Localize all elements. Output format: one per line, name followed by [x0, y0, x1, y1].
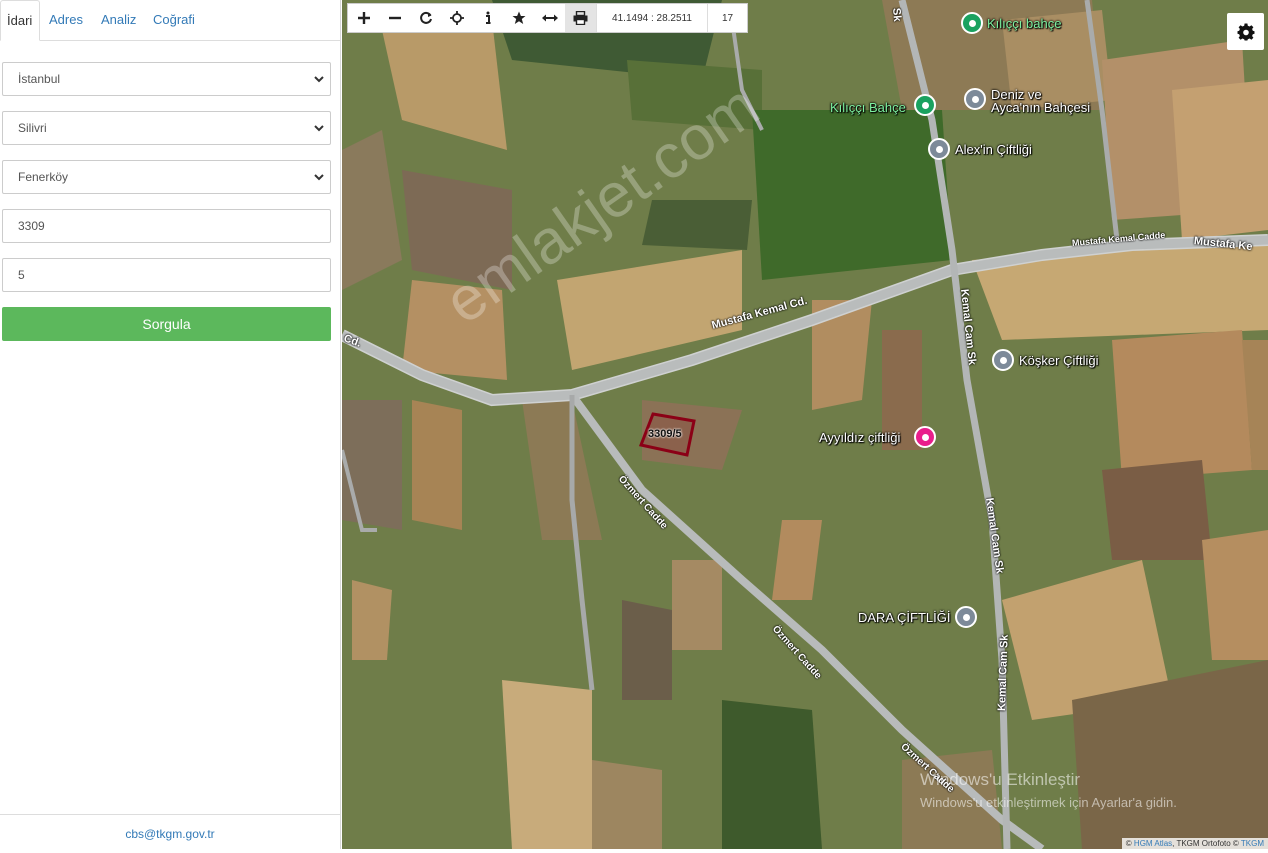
poi-label[interactable]: Köşker Çiftliği — [1019, 353, 1098, 368]
satellite-imagery[interactable] — [342, 0, 1268, 849]
info-icon — [485, 11, 490, 24]
district-select[interactable]: Silivri — [2, 111, 331, 145]
locate-icon — [449, 11, 464, 25]
locate-button[interactable] — [441, 4, 472, 32]
poi-label[interactable]: DARA ÇİFTLİĞİ — [858, 610, 950, 625]
poi-label[interactable]: Ayyıldız çiftliği — [819, 430, 900, 445]
coordinate-readout: 41.1494 : 28.2511 — [596, 4, 707, 32]
chevron-down-icon — [314, 125, 324, 132]
poi-label[interactable]: Ayca'nın Bahçesi — [991, 100, 1090, 115]
favorite-button[interactable] — [503, 4, 534, 32]
district-value: Silivri — [18, 121, 47, 135]
windows-activation-subtitle: Windows'u etkinleştirmek için Ayarlar'a … — [920, 795, 1177, 810]
measure-icon — [541, 14, 558, 22]
location-pin-icon[interactable] — [955, 606, 977, 628]
tab-adres[interactable]: Adres — [49, 0, 83, 40]
poi-label[interactable]: Kılıççı Bahçe — [830, 100, 906, 115]
tab-analiz[interactable]: Analiz — [101, 0, 136, 40]
gear-icon — [1237, 23, 1254, 40]
measure-button[interactable] — [534, 4, 565, 32]
parcel-number-value: 5 — [18, 268, 25, 282]
star-icon — [512, 11, 525, 24]
zoom-out-button[interactable] — [379, 4, 410, 32]
zoom-level-readout: 17 — [707, 4, 747, 32]
tkgm-link[interactable]: TKGM — [1241, 839, 1264, 848]
tab-idari[interactable]: İdari — [0, 0, 41, 41]
attribution-prefix: © — [1125, 839, 1134, 848]
zoom-out-icon — [388, 16, 401, 20]
province-select[interactable]: İstanbul — [2, 62, 331, 96]
print-button[interactable] — [565, 4, 596, 32]
parcel-label[interactable]: 3309/5 — [648, 428, 682, 440]
neighborhood-select[interactable]: Fenerköy — [2, 160, 331, 194]
tab-bar: İdari Adres Analiz Coğrafi — [0, 0, 340, 41]
poi-label[interactable]: Kılıççı bahçe — [987, 16, 1061, 31]
print-icon — [573, 11, 588, 25]
lodging-pin-icon[interactable] — [914, 426, 936, 448]
poi-label[interactable]: Alex'in Çiftliği — [955, 142, 1032, 157]
map-attribution: © HGM Atlas, TKGM Ortofoto © TKGM — [1121, 838, 1268, 849]
neighborhood-value: Fenerköy — [18, 170, 69, 184]
attribution-middle: , TKGM Ortofoto © — [1172, 839, 1241, 848]
tab-cografi[interactable]: Coğrafi — [153, 0, 195, 40]
garden-pin-icon[interactable] — [914, 94, 936, 116]
zoom-in-button[interactable] — [348, 4, 379, 32]
location-pin-icon[interactable] — [964, 88, 986, 110]
settings-button[interactable] — [1227, 13, 1264, 50]
province-value: İstanbul — [18, 72, 61, 86]
map-toolbar: 41.1494 : 28.2511 17 — [347, 3, 748, 33]
query-panel: İdari Adres Analiz Coğrafi İstanbul Sili… — [0, 0, 341, 849]
map-view[interactable]: emlakjet.com 3309/5 Mustafa Kemal Cd. Mu… — [342, 0, 1268, 849]
contact-email-link[interactable]: cbs@tkgm.gov.tr — [0, 814, 340, 849]
location-pin-icon[interactable] — [992, 349, 1014, 371]
block-number-value: 3309 — [18, 219, 45, 233]
zoom-in-icon — [357, 12, 370, 24]
query-button[interactable]: Sorgula — [2, 307, 331, 341]
chevron-down-icon — [314, 174, 324, 181]
parcel-number-input[interactable]: 5 — [2, 258, 331, 292]
info-button[interactable] — [472, 4, 503, 32]
refresh-icon — [419, 11, 432, 24]
road-label: Sk — [890, 7, 904, 22]
refresh-button[interactable] — [410, 4, 441, 32]
location-pin-icon[interactable] — [928, 138, 950, 160]
block-number-input[interactable]: 3309 — [2, 209, 331, 243]
garden-pin-icon[interactable] — [961, 12, 983, 34]
hgm-atlas-link[interactable]: HGM Atlas — [1134, 839, 1172, 848]
windows-activation-title: Windows'u Etkinleştir — [920, 770, 1081, 789]
chevron-down-icon — [314, 76, 324, 83]
